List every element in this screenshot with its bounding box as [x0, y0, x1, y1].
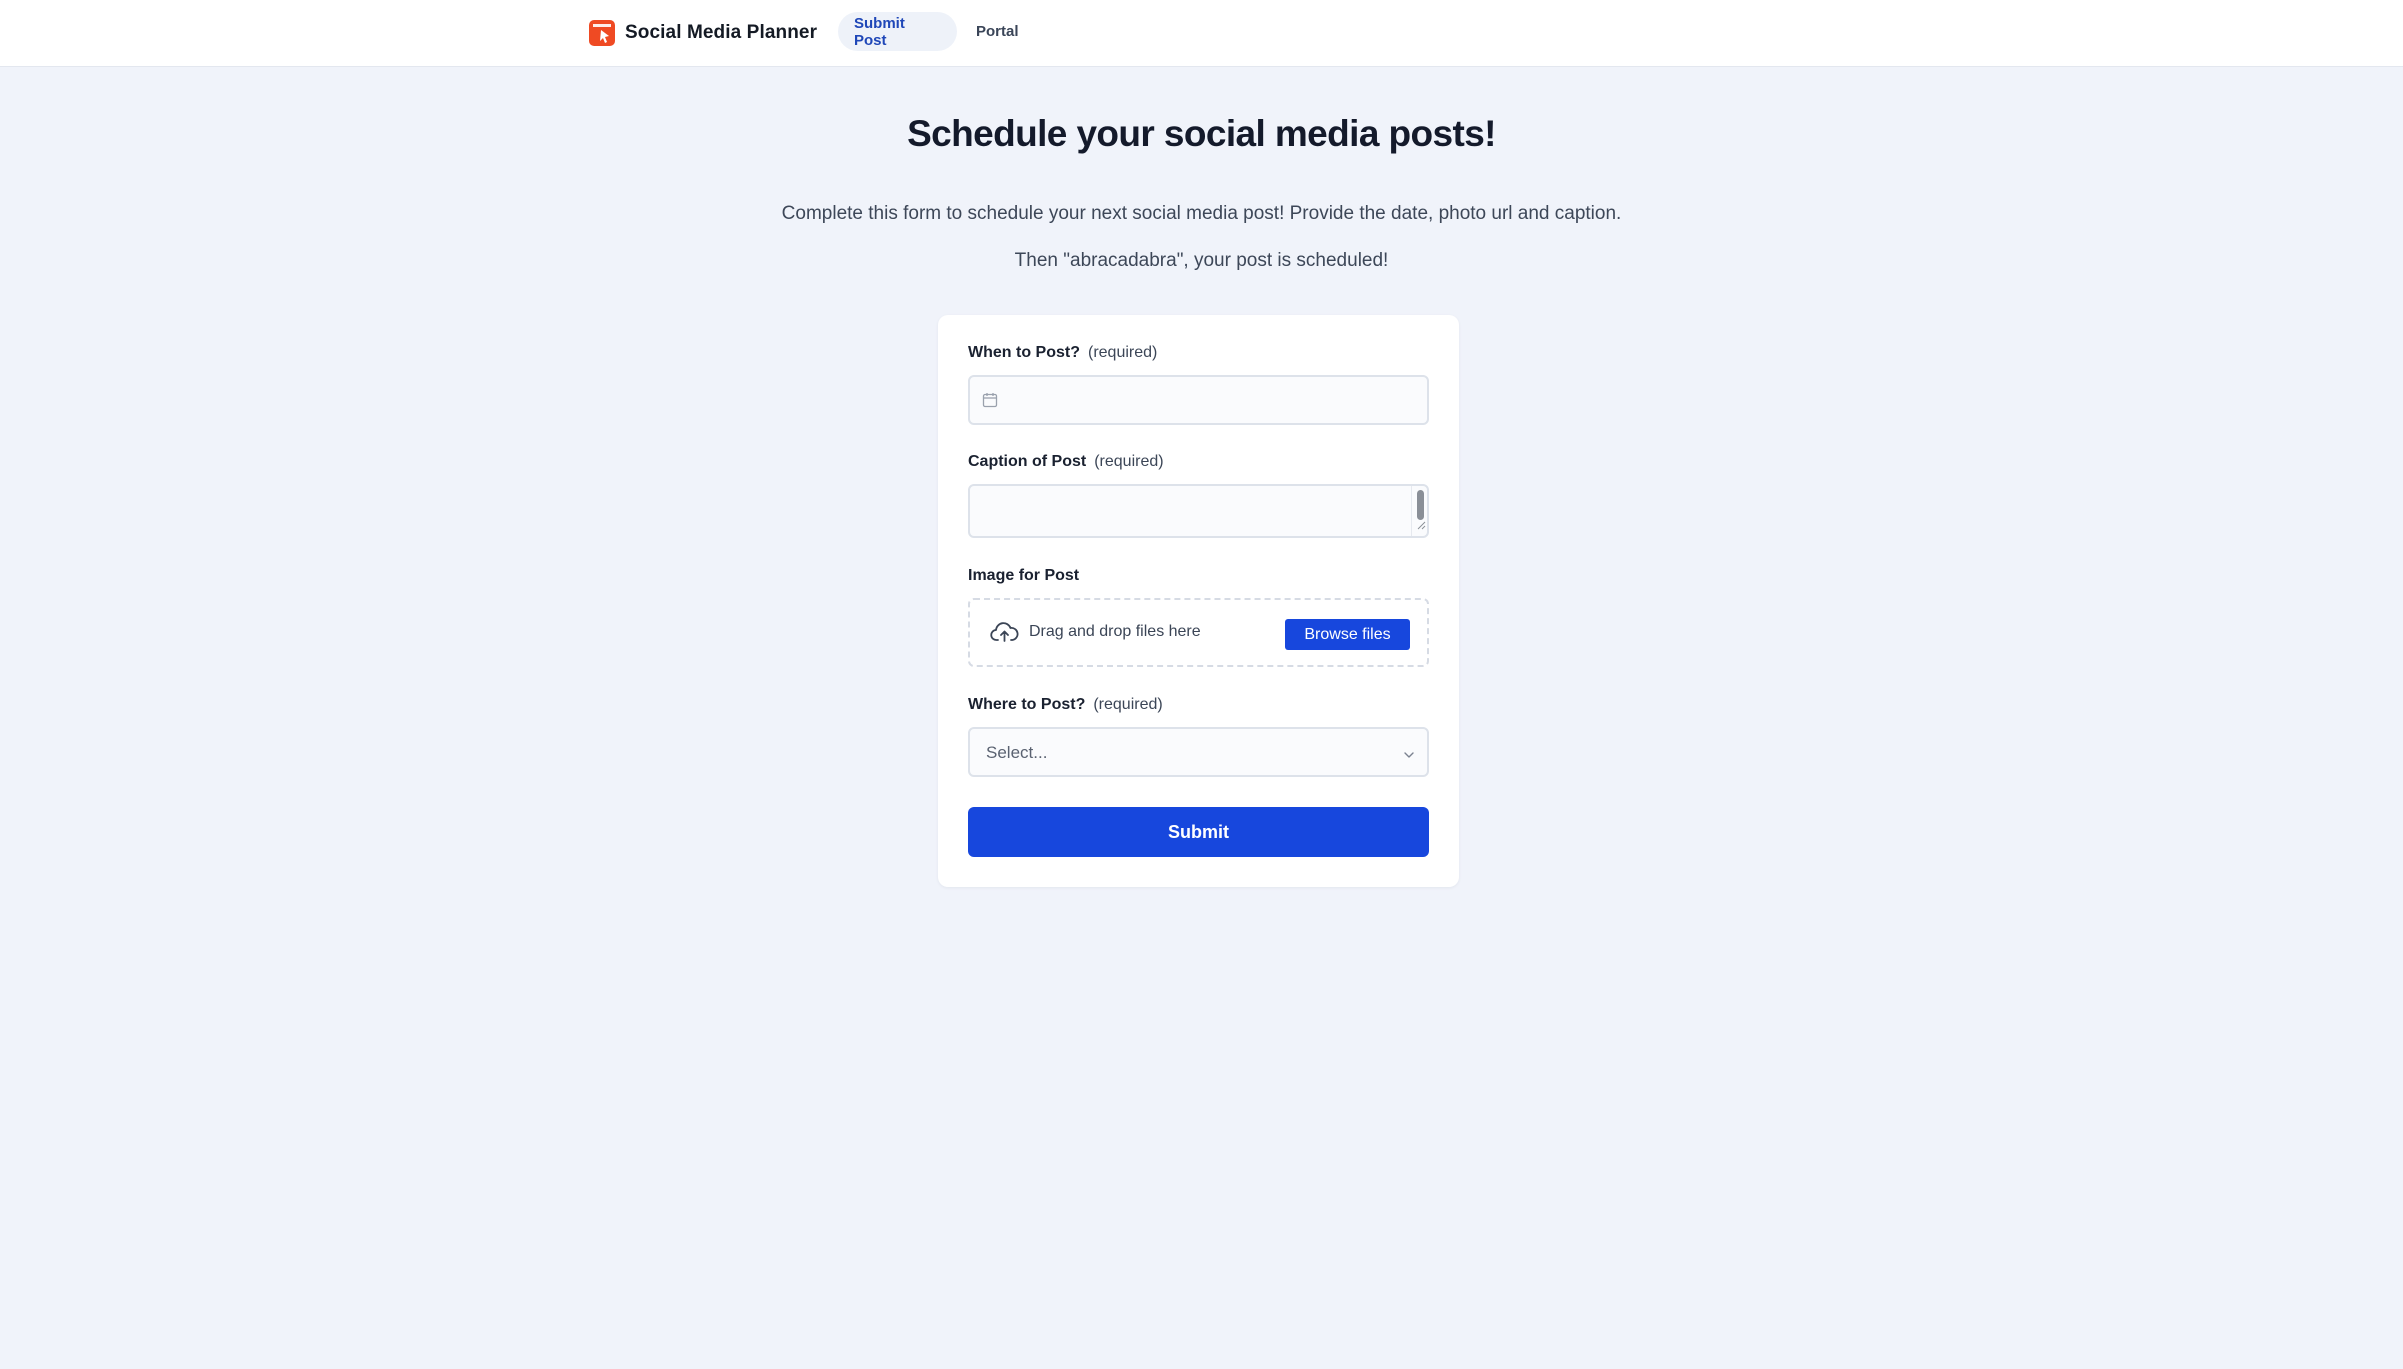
tab-submit-post[interactable]: Submit Post: [838, 12, 957, 51]
scrollbar-thumb[interactable]: [1417, 490, 1424, 520]
caption-label: Caption of Post (required): [968, 453, 1164, 471]
required-note: (required): [1087, 344, 1158, 361]
browse-files-button[interactable]: Browse files: [1285, 619, 1410, 650]
caption-scrollbar[interactable]: [1411, 486, 1427, 536]
brand-name: Social Media Planner: [625, 22, 818, 43]
submit-button[interactable]: Submit: [968, 807, 1429, 857]
intro-text: Complete this form to schedule your next…: [781, 203, 1622, 224]
where-to-post-label: Where to Post? (required): [968, 696, 1163, 714]
intro-text-secondary: Then "abracadabra", your post is schedul…: [1014, 250, 1389, 271]
caption-field-wrapper: [968, 484, 1429, 538]
calendar-icon: [982, 392, 998, 413]
brand[interactable]: Social Media Planner: [589, 19, 817, 47]
date-input[interactable]: [1010, 377, 1420, 423]
top-nav-bar: Social Media Planner Submit Post Portal: [0, 0, 2403, 67]
when-to-post-label: When to Post? (required): [968, 344, 1157, 362]
platform-select[interactable]: Select...: [968, 727, 1429, 777]
dropzone-text: Drag and drop files here: [1029, 623, 1201, 640]
when-to-post-label-text: When to Post?: [968, 344, 1080, 361]
select-placeholder: Select...: [986, 743, 1048, 762]
page-title: Schedule your social media posts!: [907, 113, 1496, 154]
image-dropzone[interactable]: Drag and drop files here Browse files: [968, 598, 1429, 667]
cloud-upload-icon: [990, 621, 1019, 648]
caption-textarea[interactable]: [970, 486, 1410, 536]
required-note: (required): [1094, 453, 1164, 470]
caption-label-text: Caption of Post: [968, 453, 1087, 470]
required-note: (required): [1093, 696, 1163, 713]
date-input-wrapper[interactable]: [968, 375, 1429, 425]
chevron-down-icon: [1403, 747, 1415, 765]
planner-logo-icon: [589, 20, 615, 46]
tab-portal[interactable]: Portal: [960, 12, 1035, 51]
resize-grip-icon[interactable]: [1417, 517, 1426, 535]
image-label: Image for Post: [968, 567, 1080, 584]
where-to-post-label-text: Where to Post?: [968, 696, 1086, 713]
post-form-card: When to Post? (required) Caption of Post (…: [938, 315, 1459, 887]
